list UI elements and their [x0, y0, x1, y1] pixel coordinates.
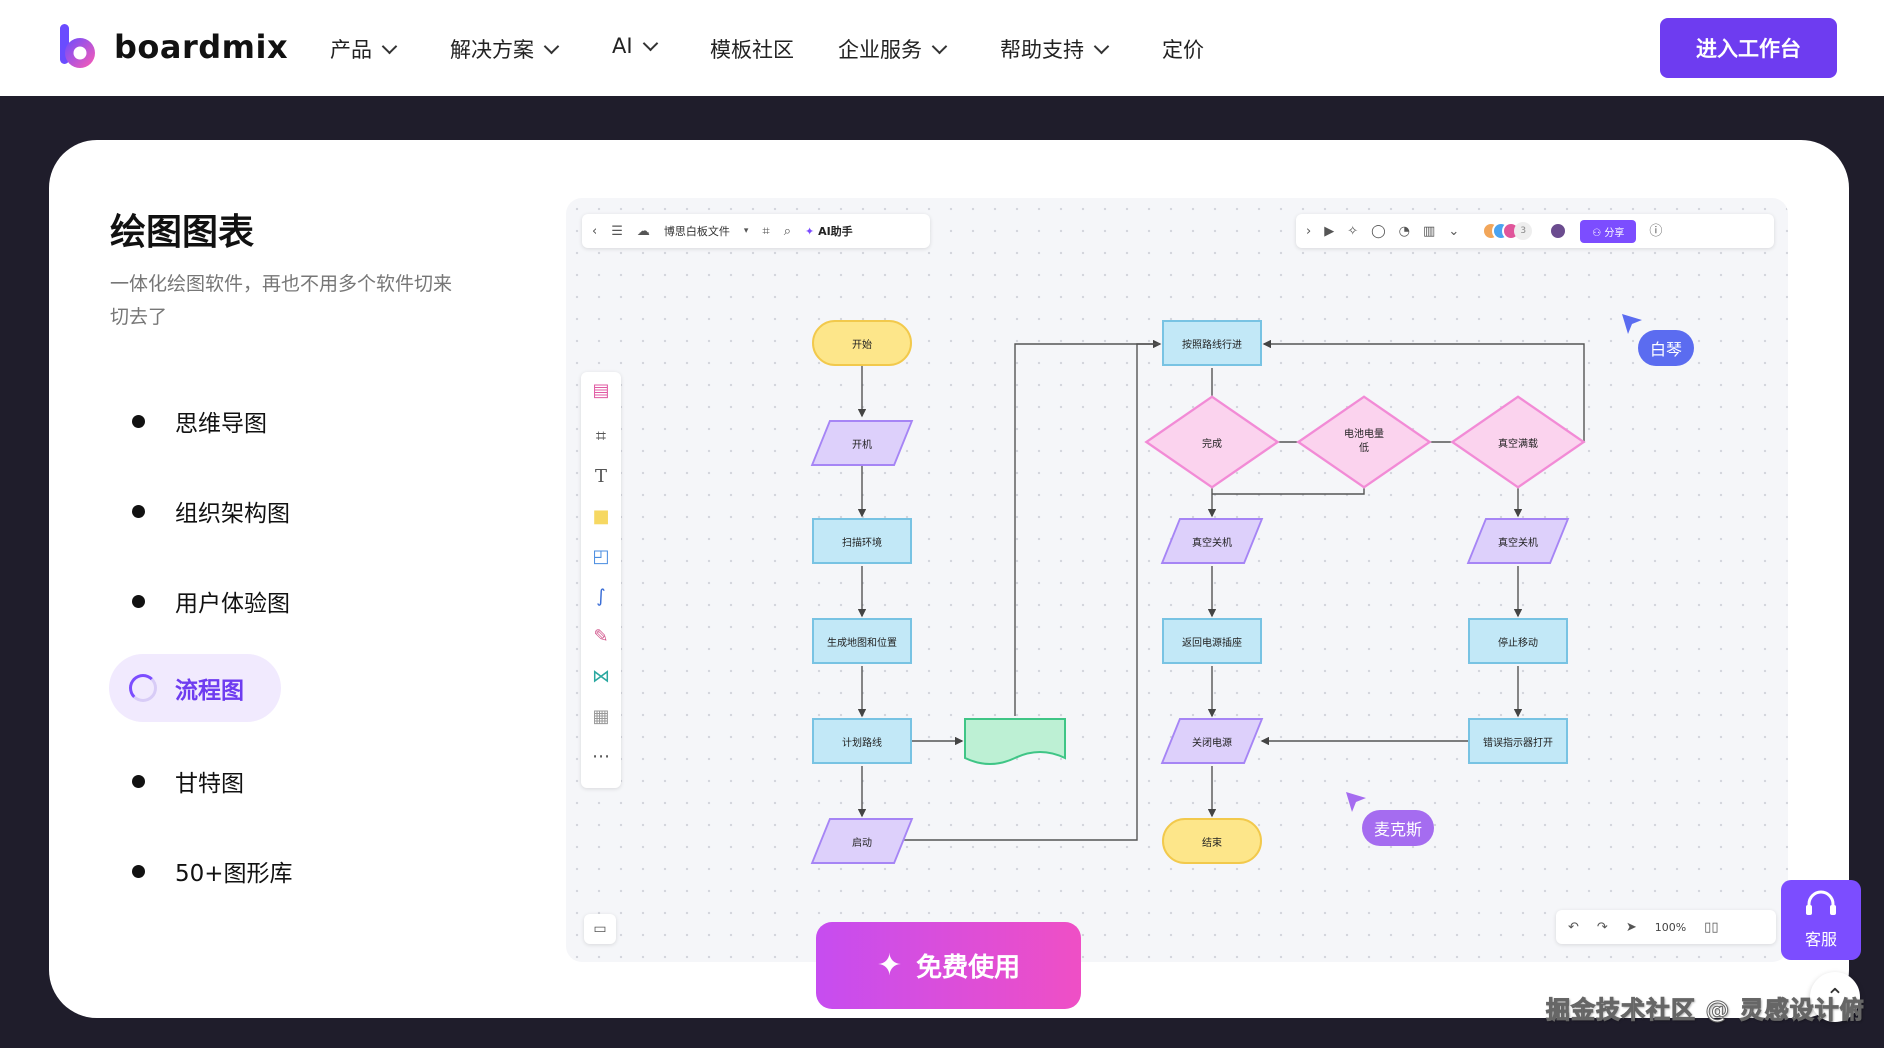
flow-node-vacuum-off-1[interactable]: 真空关机	[1160, 518, 1264, 564]
flow-node-label: 电池电量低	[1344, 429, 1384, 454]
flow-node-battery-low[interactable]: 电池电量低	[1296, 395, 1432, 489]
flow-node-start[interactable]: 开始	[812, 320, 912, 366]
free-use-label: 免费使用	[916, 953, 1021, 983]
customer-service-button[interactable]: 客服	[1781, 880, 1861, 960]
flow-node-label: 停止移动	[1498, 637, 1538, 649]
flow-node-label: 开机	[852, 439, 872, 451]
flow-node-label: 真空关机	[1498, 537, 1538, 549]
sparkle-icon: ✦	[876, 948, 903, 983]
document-shape	[964, 718, 1066, 765]
flow-node-label: 关闭电源	[1192, 737, 1232, 749]
watermark: 掘金技术社区 @ 灵感设计俯	[1546, 996, 1865, 1025]
flow-node-label: 生成地图和位置	[827, 637, 897, 649]
flow-node-vacuum-off-2[interactable]: 真空关机	[1466, 518, 1570, 564]
cursor-arrow-icon	[1622, 314, 1642, 334]
flow-node-power-off[interactable]: 关闭电源	[1160, 718, 1264, 764]
flow-node-end[interactable]: 结束	[1162, 818, 1262, 864]
flow-node-label: 扫描环境	[842, 537, 882, 549]
headset-icon	[1806, 890, 1836, 915]
free-use-button[interactable]: ✦ 免费使用	[816, 922, 1081, 1009]
flow-node-dust-full[interactable]: 真空满载	[1450, 395, 1586, 489]
flow-node-label: 完成	[1202, 438, 1222, 450]
flow-node-label: 计划路线	[842, 737, 882, 749]
flow-node-label: 按照路线行进	[1182, 339, 1242, 351]
flow-node-label: 结束	[1202, 837, 1222, 849]
flow-node-error[interactable]: 错误指示器打开	[1468, 718, 1568, 764]
flow-node-scan[interactable]: 扫描环境	[812, 518, 912, 564]
flow-node-power-on[interactable]: 开机	[810, 420, 914, 466]
flow-node-launch[interactable]: 启动	[810, 818, 914, 864]
cursor-label-baiqin: 白琴	[1638, 330, 1695, 366]
flow-node-label: 真空关机	[1192, 537, 1232, 549]
customer-service-label: 客服	[1804, 930, 1837, 949]
connector-line	[1014, 339, 1162, 716]
flow-node-label: 错误指示器打开	[1483, 737, 1553, 749]
flow-node-label: 真空满载	[1498, 438, 1538, 450]
flow-node-map[interactable]: 生成地图和位置	[812, 618, 912, 664]
flow-node-return-dock[interactable]: 返回电源插座	[1162, 618, 1262, 664]
flow-node-stop[interactable]: 停止移动	[1468, 618, 1568, 664]
flow-node-plan[interactable]: 计划路线	[812, 718, 912, 764]
flow-node-follow-route[interactable]: 按照路线行进	[1162, 320, 1262, 366]
flow-node-label: 开始	[852, 339, 872, 351]
flow-node-label: 返回电源插座	[1182, 637, 1242, 649]
cursor-label-max: 麦克斯	[1362, 810, 1435, 846]
flowchart-connectors	[857, 339, 1585, 841]
flow-node-done[interactable]: 完成	[1144, 395, 1280, 489]
flow-node-label: 启动	[852, 837, 872, 849]
cursor-arrow-icon	[1346, 792, 1366, 812]
flow-node-route[interactable]: 路线	[964, 718, 1066, 765]
